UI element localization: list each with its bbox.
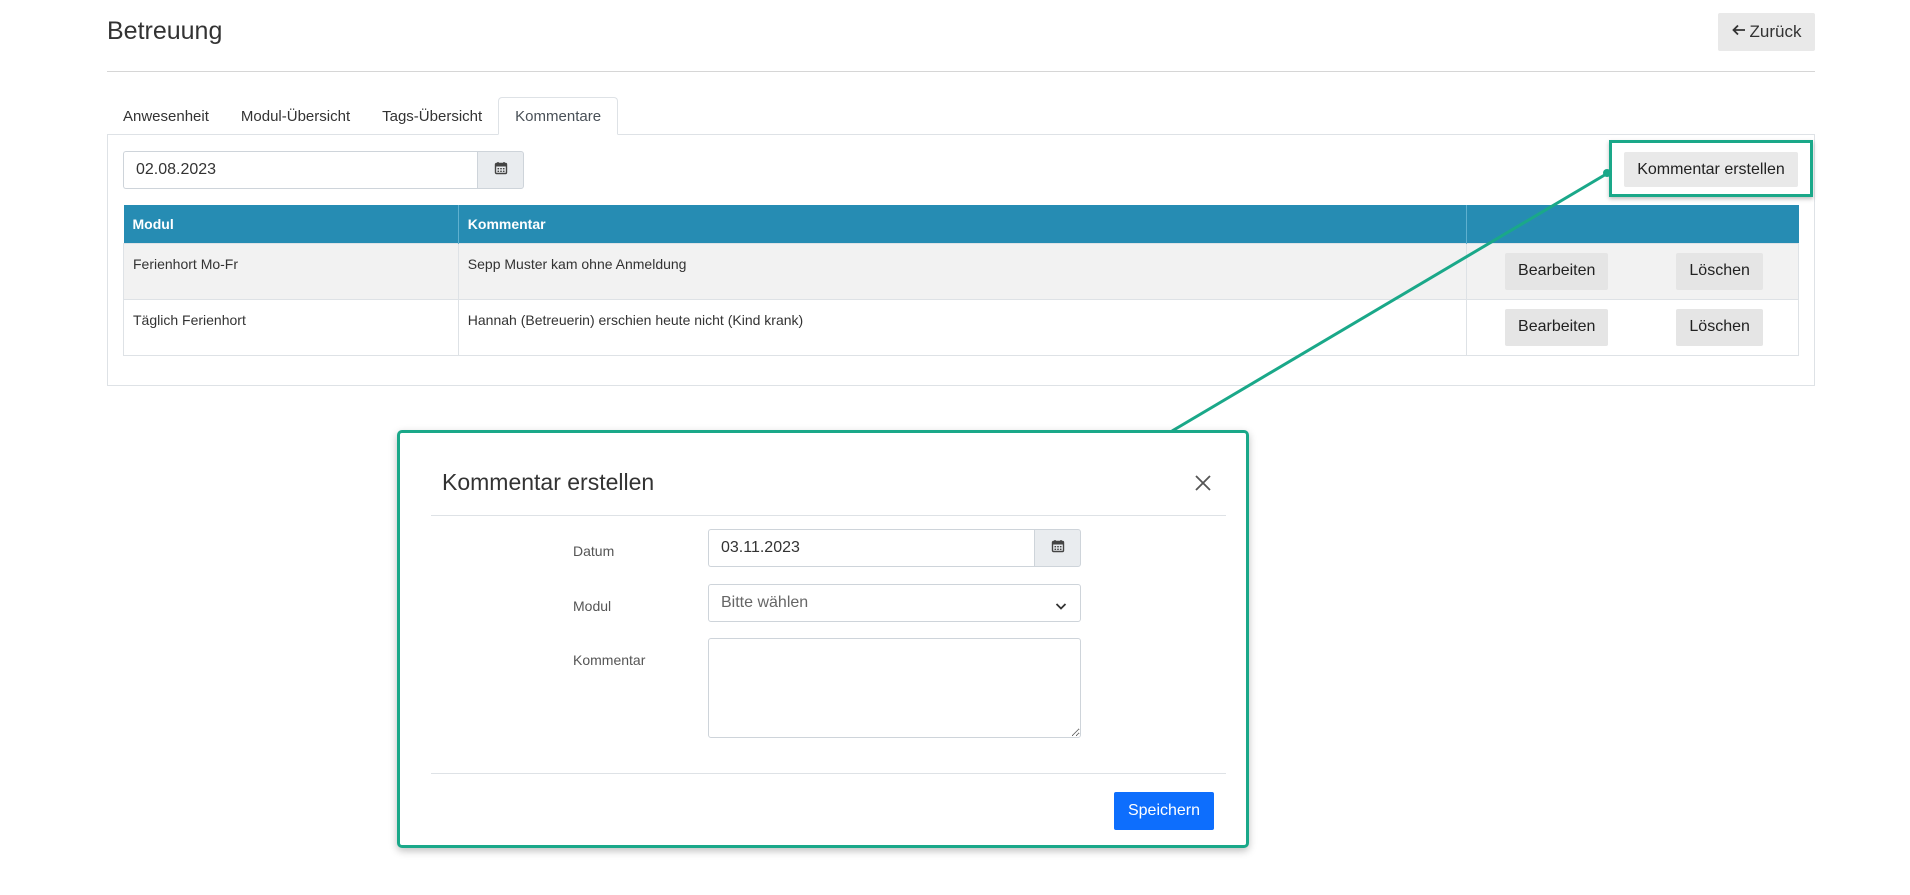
chevron-down-icon [1055, 598, 1067, 616]
back-button-label: Zurück [1749, 22, 1802, 41]
calendar-icon [1051, 539, 1065, 558]
table-row: Ferienhort Mo-Fr Sepp Muster kam ohne An… [123, 242, 1799, 300]
modul-label: Modul [573, 598, 612, 614]
date-filter-calendar-button[interactable] [477, 151, 524, 189]
column-header-modul: Modul [123, 205, 459, 243]
back-button[interactable]: Zurück [1718, 13, 1815, 51]
modal-title: Kommentar erstellen [442, 469, 655, 495]
tab-kommentare[interactable]: Kommentare [498, 97, 619, 135]
create-comment-button[interactable]: Kommentar erstellen [1624, 152, 1798, 187]
modal-footer-divider [431, 773, 1226, 774]
delete-button[interactable]: Löschen [1676, 308, 1763, 346]
tab-tags-uebersicht[interactable]: Tags-Übersicht [366, 97, 498, 135]
modal-date-input[interactable] [708, 529, 1034, 567]
edit-button[interactable]: Bearbeiten [1505, 252, 1609, 290]
column-header-actions [1466, 205, 1799, 243]
cell-kommentar: Hannah (Betreuerin) erschien heute nicht… [457, 298, 1468, 356]
cell-modul: Täglich Ferienhort [123, 298, 459, 356]
cell-kommentar: Sepp Muster kam ohne Anmeldung [457, 242, 1468, 300]
modul-select-value: Bitte wählen [721, 594, 809, 611]
cell-actions: Bearbeiten Löschen [1466, 298, 1799, 356]
date-filter [123, 151, 524, 189]
delete-button[interactable]: Löschen [1676, 252, 1763, 290]
table-row: Täglich Ferienhort Hannah (Betreuerin) e… [123, 298, 1799, 356]
modal-date-field [708, 529, 1081, 567]
edit-button[interactable]: Bearbeiten [1505, 308, 1609, 346]
cell-actions: Bearbeiten Löschen [1466, 242, 1799, 300]
arrow-left-icon [1731, 22, 1746, 42]
modal-calendar-button[interactable] [1034, 529, 1081, 567]
cell-modul: Ferienhort Mo-Fr [123, 242, 459, 300]
kommentar-textarea[interactable] [708, 638, 1081, 738]
close-icon[interactable] [1191, 471, 1215, 495]
page-title: Betreuung [107, 17, 223, 45]
save-button[interactable]: Speichern [1114, 792, 1214, 830]
tab-modul-uebersicht[interactable]: Modul-Übersicht [225, 97, 366, 135]
modul-select[interactable]: Bitte wählen [708, 584, 1081, 622]
create-comment-modal: Kommentar erstellen Datum Modul Bitte wä… [397, 430, 1249, 848]
tab-anwesenheit[interactable]: Anwesenheit [107, 97, 225, 135]
calendar-icon [494, 161, 508, 180]
date-label: Datum [573, 543, 615, 559]
date-filter-input[interactable] [123, 151, 477, 189]
comments-table: Modul Kommentar Ferienhort Mo-Fr Sepp Mu… [123, 205, 1799, 356]
column-header-kommentar: Kommentar [458, 205, 1468, 243]
kommentar-label: Kommentar [573, 652, 646, 668]
tab-bar: Anwesenheit Modul-Übersicht Tags-Übersic… [107, 97, 619, 135]
modal-header-divider [431, 515, 1226, 516]
header-divider [107, 71, 1815, 72]
